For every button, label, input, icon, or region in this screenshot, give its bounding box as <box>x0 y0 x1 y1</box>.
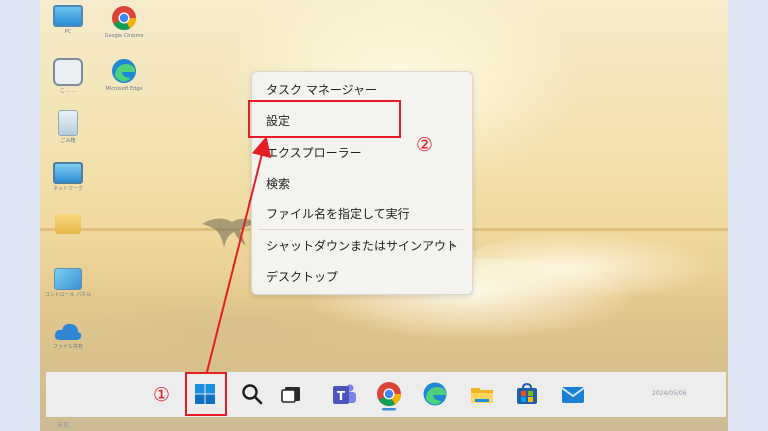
step-2-label: ② <box>416 134 434 156</box>
step-1-label: ① <box>153 384 171 406</box>
annotation-arrow <box>206 136 272 373</box>
